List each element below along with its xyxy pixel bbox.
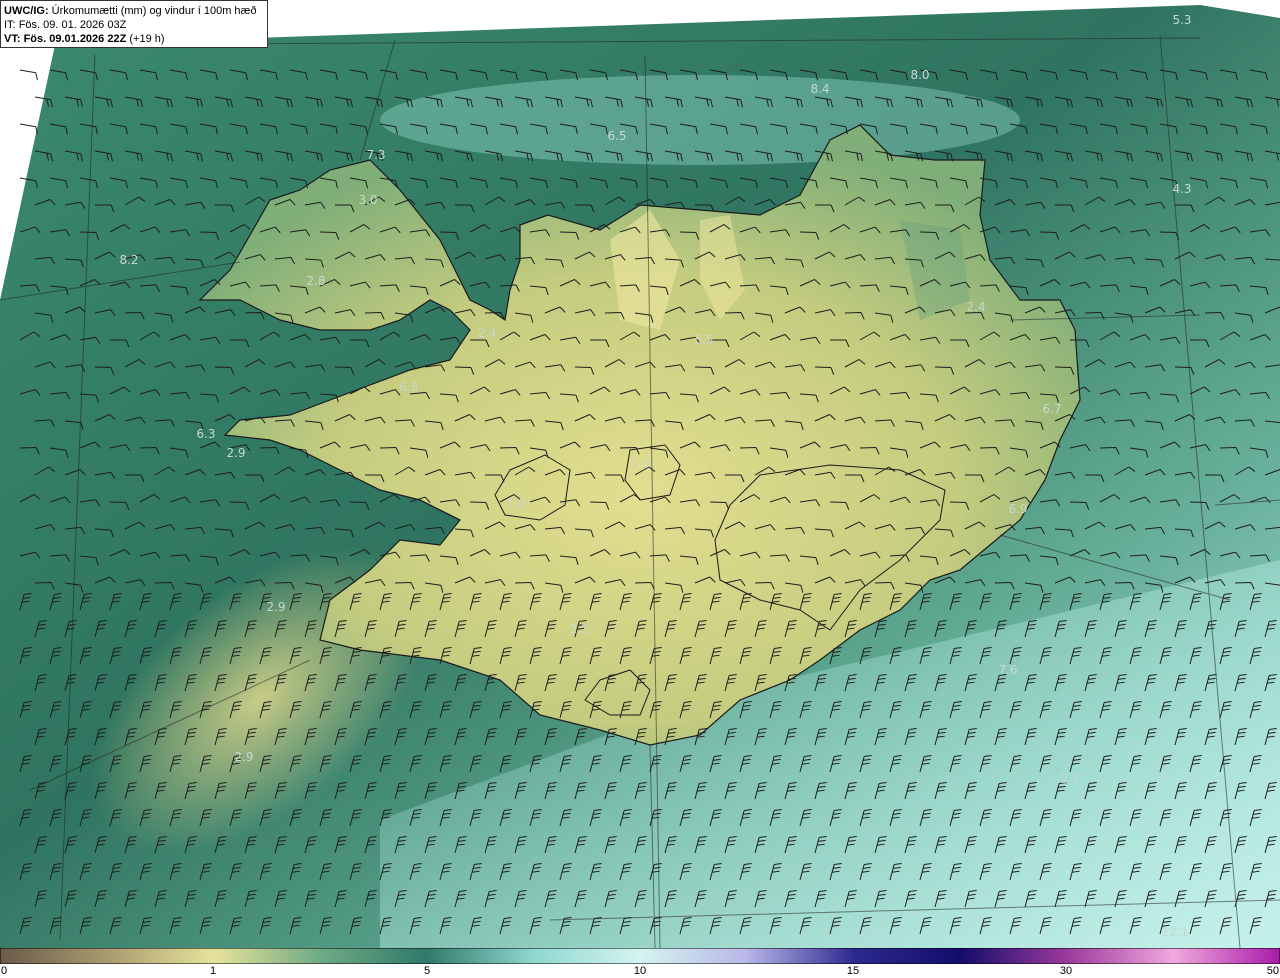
map-value-label: 2.8: [306, 274, 325, 288]
vt-offset: (+19 h): [129, 33, 165, 45]
it-value: Fös. 09. 01. 2026 03Z: [18, 19, 127, 31]
colorbar-tick: 50: [1266, 965, 1279, 977]
init-time-line: IT: Fös. 09. 01. 2026 03Z: [4, 18, 264, 32]
map-value-label: 6.7: [1042, 402, 1061, 416]
map-value-label: 5.7: [1060, 772, 1079, 786]
map-value-label: 1.0: [506, 497, 525, 511]
map-value-label: 8.0: [910, 68, 929, 82]
map-value-label: 7.6: [998, 663, 1017, 677]
colorbar-tick: 1: [209, 965, 217, 977]
map-value-label: 3.0: [358, 193, 377, 207]
map-value-label: 2.1: [569, 622, 588, 636]
colorbar-tick: 5: [423, 965, 431, 977]
vt-value: Fös. 09.01.2026 22Z: [23, 33, 127, 45]
info-box: UWC/IG: Úrkomumætti (mm) og vindur í 100…: [0, 0, 268, 48]
map-value-label: 2.9: [226, 446, 245, 460]
map-value-label: 4.3: [1172, 182, 1191, 196]
map-value-label: 5.3: [1172, 13, 1191, 27]
map-value-label: 5.5: [694, 333, 713, 347]
map-value-label: 7.3: [366, 148, 385, 162]
it-label: IT:: [4, 19, 16, 31]
colorbar-tick: 15: [846, 965, 860, 977]
valid-time-line: VT: Fös. 09.01.2026 22Z (+19 h): [4, 32, 264, 46]
map-value-label: 12.1: [1162, 925, 1189, 939]
map-value-label: 8.2: [119, 253, 138, 267]
title-line: UWC/IG: Úrkomumætti (mm) og vindur í 100…: [4, 4, 264, 18]
precipitation-wind-map: 5.3 8.4 8.0 6.5 7.3 3.0 8.2 2.8 4.3 2.4 2.4 5.5 6.8 6…: [0, 0, 1280, 948]
map-value-label: 6.9: [1008, 502, 1027, 516]
map-value-label: 2.4: [966, 300, 985, 314]
colorbar-tick: 30: [1059, 965, 1073, 977]
map-value-label: 1.0: [630, 457, 649, 471]
map-title: Úrkomumætti (mm) og vindur í 100m hæð: [51, 5, 257, 17]
map-value-label: 2.9: [266, 600, 285, 614]
colorbar-tick: 0: [1, 965, 8, 977]
map-value-label: 6.5: [607, 129, 626, 143]
map-value-label: 6.8: [399, 380, 418, 394]
colorbar-tick: 10: [633, 965, 647, 977]
colorbar-scale: [0, 948, 1280, 964]
map-value-label: 8.4: [810, 82, 829, 96]
map-value-label: 6.3: [196, 427, 215, 441]
vt-label: VT:: [4, 33, 21, 45]
product-label: UWC/IG:: [4, 5, 49, 17]
map-value-label: 2.9: [234, 750, 253, 764]
colorbar: 0 1 5 10 15 30 50: [0, 948, 1280, 978]
map-value-label: 2.4: [477, 326, 496, 340]
